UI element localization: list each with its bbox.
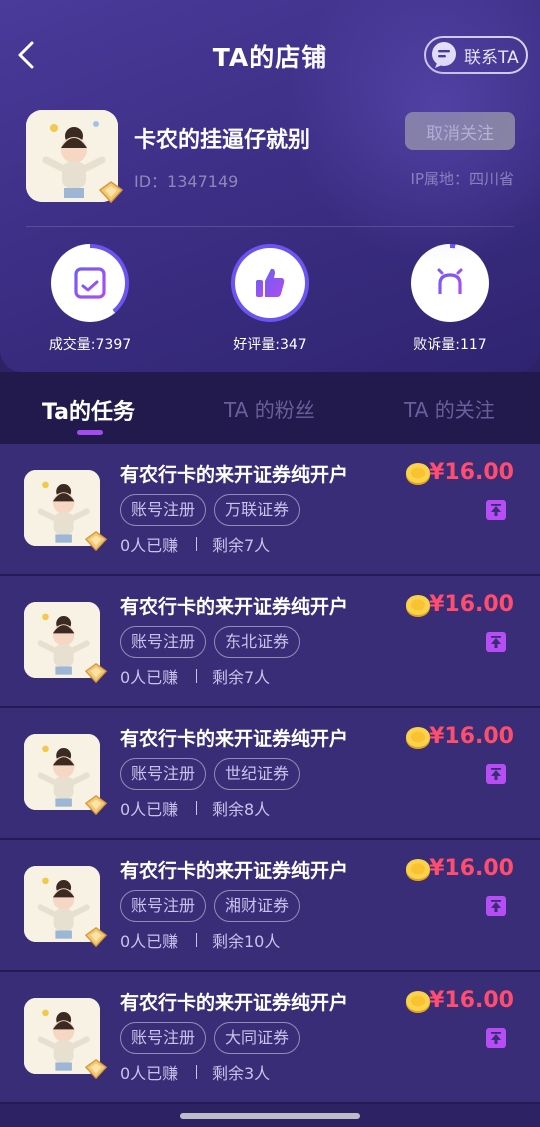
task-title: 有农行卡的来开证券纯开户 xyxy=(120,860,349,882)
shop-name: 卡农的挂逼仔就别 xyxy=(134,128,311,153)
diamond-badge-icon xyxy=(84,1058,108,1080)
separator xyxy=(196,1065,197,1079)
task-tag-broker: 东北证券 xyxy=(214,626,301,658)
diamond-badge-icon xyxy=(84,662,108,684)
shop-page: TA的店铺 联系TA 卡农的挂逼仔就别 取消关注 ID：1347149 IP属地… xyxy=(0,0,540,1127)
unfollow-button[interactable]: 取消关注 xyxy=(405,112,515,150)
task-title: 有农行卡的来开证券纯开户 xyxy=(120,596,349,618)
stat-ring xyxy=(411,244,489,322)
task-card[interactable]: 有农行卡的来开证券纯开户 ¥16.00 账号注册 东北证券 0人已赚 剩余7人 xyxy=(0,576,540,708)
separator xyxy=(196,669,197,683)
separator xyxy=(196,801,197,815)
task-tag-category: 账号注册 xyxy=(120,494,207,526)
task-price: ¥16.00 xyxy=(429,460,514,485)
task-title: 有农行卡的来开证券纯开户 xyxy=(120,728,349,750)
stat-lost-disputes: 败诉量:117 xyxy=(380,244,520,354)
contact-button[interactable]: 联系TA xyxy=(424,36,528,74)
pin-top-icon[interactable] xyxy=(486,896,506,916)
task-remaining: 剩余8人 xyxy=(212,800,271,819)
diamond-badge-icon xyxy=(98,181,124,204)
task-tag-broker: 湘财证券 xyxy=(214,890,301,922)
task-earned: 0人已赚 xyxy=(120,668,179,687)
coin-icon xyxy=(406,859,430,881)
tab-following[interactable]: TA 的关注 xyxy=(404,394,495,423)
task-remaining: 剩余10人 xyxy=(212,932,281,951)
contact-label: 联系TA xyxy=(464,47,519,68)
divider xyxy=(26,226,514,227)
shop-id: ID：1347149 xyxy=(134,172,239,191)
diamond-badge-icon xyxy=(84,794,108,816)
coin-icon xyxy=(406,595,430,617)
task-price: ¥16.00 xyxy=(429,724,514,749)
pin-top-icon[interactable] xyxy=(486,500,506,520)
task-title: 有农行卡的来开证券纯开户 xyxy=(120,992,349,1014)
stat-good-reviews: 好评量:347 xyxy=(200,244,340,354)
task-list: 有农行卡的来开证券纯开户 ¥16.00 账号注册 万联证券 0人已赚 剩余7人 … xyxy=(0,444,540,1104)
stat-ring xyxy=(51,244,129,322)
task-tag-category: 账号注册 xyxy=(120,626,207,658)
task-card[interactable]: 有农行卡的来开证券纯开户 ¥16.00 账号注册 万联证券 0人已赚 剩余7人 xyxy=(0,444,540,576)
tab-fans[interactable]: TA 的粉丝 xyxy=(224,394,315,423)
home-indicator[interactable] xyxy=(180,1113,360,1119)
shop-header: TA的店铺 联系TA 卡农的挂逼仔就别 取消关注 ID：1347149 IP属地… xyxy=(0,0,540,372)
task-tag-broker: 万联证券 xyxy=(214,494,301,526)
task-tag-broker: 世纪证券 xyxy=(214,758,301,790)
diamond-badge-icon xyxy=(84,926,108,948)
task-remaining: 剩余7人 xyxy=(212,668,271,687)
tab-bar: Ta的任务 TA 的粉丝 TA 的关注 xyxy=(0,372,540,444)
task-remaining: 剩余7人 xyxy=(212,536,271,555)
stat-label: 败诉量:117 xyxy=(413,337,487,353)
coin-icon xyxy=(406,991,430,1013)
task-price: ¥16.00 xyxy=(429,592,514,617)
pin-top-icon[interactable] xyxy=(486,1028,506,1048)
task-remaining: 剩余3人 xyxy=(212,1064,271,1083)
task-earned: 0人已赚 xyxy=(120,800,179,819)
task-earned: 0人已赚 xyxy=(120,536,179,555)
diamond-badge-icon xyxy=(84,530,108,552)
ip-location: IP属地：四川省 xyxy=(410,170,514,188)
active-tab-indicator xyxy=(77,430,103,435)
pin-top-icon[interactable] xyxy=(486,632,506,652)
task-card[interactable]: 有农行卡的来开证券纯开户 ¥16.00 账号注册 世纪证券 0人已赚 剩余8人 xyxy=(0,708,540,840)
page-title: TA的店铺 xyxy=(212,43,328,72)
task-tag-broker: 大同证券 xyxy=(214,1022,301,1054)
task-title: 有农行卡的来开证券纯开户 xyxy=(120,464,349,486)
coin-icon xyxy=(406,463,430,485)
pin-top-icon[interactable] xyxy=(486,764,506,784)
stat-deals: 成交量:7397 xyxy=(20,244,160,354)
stat-label: 成交量:7397 xyxy=(48,337,132,353)
tab-tasks[interactable]: Ta的任务 xyxy=(42,394,135,426)
task-card[interactable]: 有农行卡的来开证券纯开户 ¥16.00 账号注册 湘财证券 0人已赚 剩余10人 xyxy=(0,840,540,972)
clipboard-check-icon xyxy=(74,267,106,299)
chat-bubble-icon xyxy=(432,42,456,68)
task-price: ¥16.00 xyxy=(429,988,514,1013)
coin-icon xyxy=(406,727,430,749)
separator xyxy=(196,537,197,551)
stat-ring xyxy=(231,244,309,322)
stat-label: 好评量:347 xyxy=(233,337,307,353)
task-earned: 0人已赚 xyxy=(120,932,179,951)
alarm-light-icon xyxy=(434,265,466,297)
thumbs-up-icon xyxy=(256,268,285,297)
task-earned: 0人已赚 xyxy=(120,1064,179,1083)
nav-bar: TA的店铺 联系TA xyxy=(0,0,540,110)
task-tag-category: 账号注册 xyxy=(120,1022,207,1054)
task-price: ¥16.00 xyxy=(429,856,514,881)
task-tag-category: 账号注册 xyxy=(120,758,207,790)
separator xyxy=(196,933,197,947)
task-tag-category: 账号注册 xyxy=(120,890,207,922)
task-card[interactable]: 有农行卡的来开证券纯开户 ¥16.00 账号注册 大同证券 0人已赚 剩余3人 xyxy=(0,972,540,1104)
